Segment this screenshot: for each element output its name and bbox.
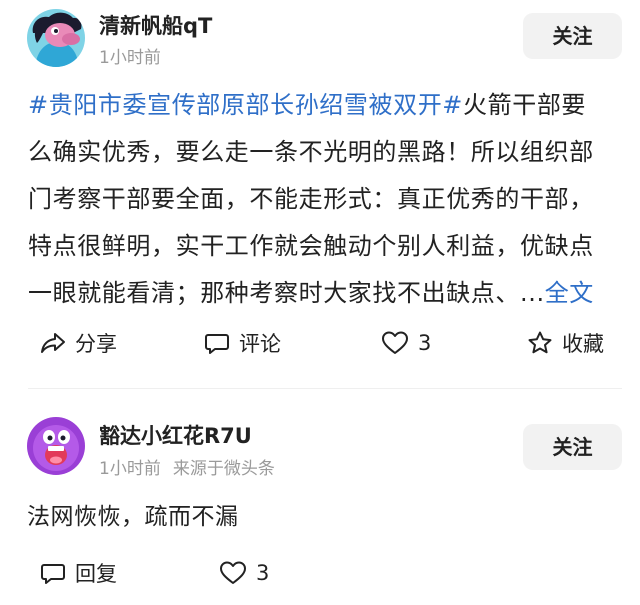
reply-label: 回复: [75, 562, 117, 586]
reply-button[interactable]: 回复: [40, 553, 117, 593]
comment-label: 评论: [239, 332, 281, 356]
comment-text: 法网恢恢，疏而不漏: [27, 504, 239, 530]
favorite-button[interactable]: 收藏: [527, 323, 604, 363]
post-timestamp: 1小时前: [99, 48, 161, 68]
post-text-line: 一眼就能看清；那种考察时大家找不出缺点、...全文: [28, 270, 624, 317]
post-action-bar: 分享 评论 3 收藏: [0, 323, 640, 363]
comment-like-button[interactable]: 3: [219, 553, 269, 593]
comment-follow-button[interactable]: 关注: [523, 424, 622, 470]
section-divider: [28, 388, 622, 389]
share-button[interactable]: 分享: [40, 323, 117, 363]
share-arrow-icon: [40, 330, 66, 356]
post-card: 清新帆船qT 1小时前 关注 #贵阳市委宣传部原部长孙绍雪被双开#火箭干部要 么…: [0, 0, 640, 385]
post-text-segment: 火箭干部要: [463, 91, 587, 119]
full-text-link[interactable]: 全文: [545, 279, 594, 307]
post-text-line: 门考察干部要全面，不能走形式：真正优秀的干部，: [28, 185, 594, 213]
comment-like-count: 3: [256, 561, 270, 585]
post-follow-button[interactable]: 关注: [523, 13, 622, 59]
favorite-label: 收藏: [562, 332, 604, 356]
heart-icon: [219, 560, 247, 586]
comment-meta: 1小时前 来源于微头条: [99, 454, 275, 479]
share-label: 分享: [75, 332, 117, 356]
comment-author-avatar[interactable]: [27, 417, 85, 475]
post-author-avatar[interactable]: [27, 9, 85, 67]
hashtag-link[interactable]: #贵阳市委宣传部原部长孙绍雪被双开#: [28, 91, 463, 119]
star-icon: [527, 330, 553, 356]
post-text-line: 么确实优秀，要么走一条不光明的黑路！所以组织部: [28, 138, 594, 166]
reply-bubble-icon: [40, 560, 66, 586]
comment-timestamp: 1小时前: [99, 459, 161, 479]
post-text-segment: 一眼就能看清；那种考察时大家找不出缺点、...: [28, 279, 545, 307]
comment-bubble-icon: [204, 330, 230, 356]
post-text-line: 特点很鲜明，实干工作就会触动个别人利益，优缺点: [28, 232, 594, 260]
comment-source: 来源于微头条: [172, 459, 275, 479]
like-button[interactable]: 3: [381, 323, 431, 363]
comment-button[interactable]: 评论: [204, 323, 281, 363]
comment-author-name[interactable]: 豁达小红花R7U: [99, 420, 252, 450]
post-text-line: #贵阳市委宣传部原部长孙绍雪被双开#火箭干部要: [28, 82, 624, 129]
post-author-name[interactable]: 清新帆船qT: [99, 10, 212, 40]
cartoon-face-avatar-icon: [27, 417, 85, 475]
post-text: #贵阳市委宣传部原部长孙绍雪被双开#火箭干部要 么确实优秀，要么走一条不光明的黑…: [28, 82, 624, 317]
comment-action-bar: 回复 3: [0, 553, 640, 593]
heart-icon: [381, 330, 409, 356]
cartoon-animal-avatar-icon: [27, 9, 85, 67]
like-count: 3: [418, 331, 432, 355]
